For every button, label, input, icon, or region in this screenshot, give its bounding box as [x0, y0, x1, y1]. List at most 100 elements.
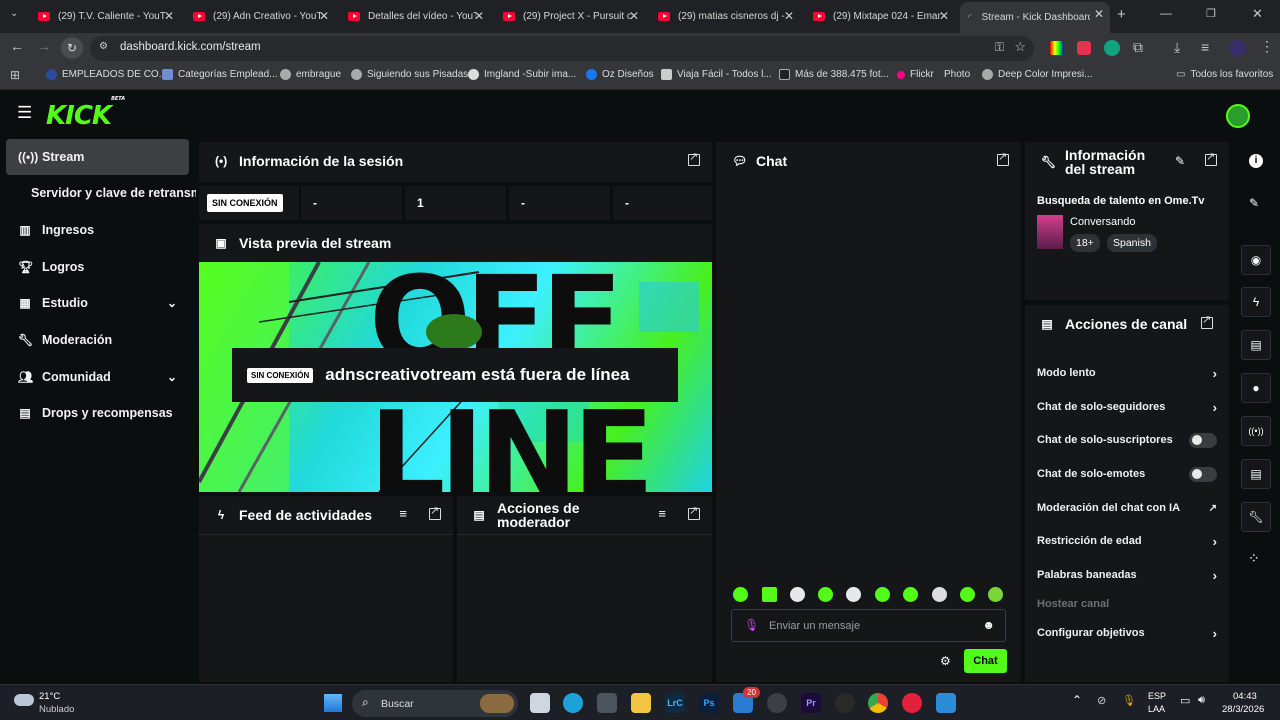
bookmark-item[interactable]: Imgland -Subir ima...: [468, 69, 576, 80]
emote-icon[interactable]: [932, 587, 947, 602]
forward-icon[interactable]: →: [37, 38, 51, 54]
profile-avatar[interactable]: [1229, 40, 1246, 57]
browser-tab[interactable]: (29) matias cisneros dj - ✕: [650, 4, 800, 29]
bookmark-item[interactable]: embrague: [280, 69, 341, 80]
video-app-icon[interactable]: [936, 693, 956, 713]
display-icon[interactable]: ▭: [1180, 694, 1190, 707]
expand-icon[interactable]: [688, 504, 700, 520]
site-info-icon[interactable]: ⚙: [99, 41, 108, 52]
bookmark-item[interactable]: Flickr: [897, 69, 934, 80]
reload-icon[interactable]: ↻: [61, 37, 83, 59]
sidebar-item-moderacion[interactable]: 🔧︎ Moderación: [6, 322, 189, 358]
bookmark-item[interactable]: Oz Diseños: [586, 69, 654, 80]
extension-color-icon[interactable]: [1050, 41, 1064, 55]
bookmark-item[interactable]: Deep Color Impresi...: [982, 69, 1092, 80]
kick-logo[interactable]: KICKBETA: [46, 96, 125, 131]
obs-icon[interactable]: [835, 693, 855, 713]
close-tab-icon[interactable]: ✕: [474, 9, 484, 23]
info-icon[interactable]: i: [1249, 154, 1263, 168]
bookmark-item[interactable]: EMPLEADOS DE CO...: [46, 69, 167, 80]
close-tab-icon[interactable]: ✕: [1094, 7, 1104, 21]
expand-icon[interactable]: [1205, 150, 1217, 166]
extensions-icon[interactable]: ⧉: [1133, 39, 1143, 56]
emote-icon[interactable]: [960, 587, 975, 602]
clock-time[interactable]: 04:43: [1233, 691, 1257, 702]
chevron-down-icon[interactable]: ⌄: [167, 370, 177, 384]
bookmark-item[interactable]: Categorías Emplead...: [162, 69, 278, 80]
action-age-restriction[interactable]: Restricción de edad ›: [1037, 531, 1217, 551]
premiere-icon[interactable]: Pr: [801, 693, 821, 713]
filter-icon[interactable]: ≡: [658, 506, 666, 521]
action-goals[interactable]: Configurar objetivos ›: [1037, 623, 1217, 643]
bookmark-item[interactable]: Siguiendo sus Pisadas: [351, 69, 468, 80]
action-subscribers-only[interactable]: Chat de solo-suscriptores: [1037, 430, 1217, 450]
expand-icon[interactable]: [997, 150, 1009, 166]
back-icon[interactable]: ←: [10, 38, 24, 54]
action-banned-words[interactable]: Palabras baneadas ›: [1037, 565, 1217, 585]
clock-date[interactable]: 28/3/2026: [1222, 704, 1264, 715]
microphone-icon[interactable]: 🎙︎: [1122, 694, 1136, 707]
lightning-icon[interactable]: ϟ: [1241, 287, 1271, 317]
new-tab-icon[interactable]: +: [1117, 6, 1126, 23]
close-tab-icon[interactable]: ✕: [939, 9, 949, 23]
expand-icon[interactable]: [429, 504, 441, 520]
bookmark-item[interactable]: Viaja Fácil - Todos l...: [661, 69, 772, 80]
extension-gpt-icon[interactable]: [1104, 40, 1120, 56]
browser-tab[interactable]: (29) T.V. Caliente - YouTube✕: [30, 4, 180, 29]
user-avatar[interactable]: [1226, 104, 1250, 128]
emote-icon[interactable]: [733, 587, 748, 602]
toggle-switch[interactable]: [1189, 432, 1217, 448]
omnibox[interactable]: ⚙ dashboard.kick.com/stream ⚿ ☆: [90, 36, 1034, 61]
chat-bubble-icon[interactable]: ●: [1241, 373, 1271, 403]
chrome-icon[interactable]: [868, 693, 888, 713]
chat-settings-icon[interactable]: ⚙: [940, 654, 951, 668]
microphone-icon[interactable]: 🎙︎: [744, 618, 759, 632]
windows-start-icon[interactable]: [324, 694, 342, 712]
emote-icon[interactable]: [790, 587, 805, 602]
expand-icon[interactable]: [688, 150, 700, 166]
browser-tab[interactable]: (29) Project X - Pursuit of ✕: [495, 4, 645, 29]
emoji-icon[interactable]: ☻: [982, 618, 995, 632]
toggle-switch[interactable]: [1189, 466, 1217, 482]
music-app-icon[interactable]: [902, 693, 922, 713]
filter-icon[interactable]: ≡: [399, 506, 407, 521]
photoshop-icon[interactable]: Ps: [699, 693, 719, 713]
tab-list-icon[interactable]: ⌄: [10, 8, 18, 19]
close-window-icon[interactable]: ✕: [1252, 6, 1263, 22]
edit-pencil-icon[interactable]: ✎: [1249, 196, 1259, 210]
close-tab-icon[interactable]: ✕: [319, 9, 329, 23]
edit-pencil-icon[interactable]: ✎: [1175, 154, 1185, 168]
close-tab-icon[interactable]: ✕: [784, 9, 794, 23]
all-bookmarks[interactable]: ▭ Todos los favoritos: [1176, 69, 1273, 80]
calculator-icon[interactable]: [597, 693, 617, 713]
weather-cloud-icon[interactable]: [14, 694, 34, 706]
emote-icon[interactable]: [988, 587, 1003, 602]
wrench-icon[interactable]: 🔧︎: [1241, 502, 1271, 532]
network-off-icon[interactable]: ⊘: [1097, 694, 1106, 707]
action-slow-mode[interactable]: Modo lento ›: [1037, 363, 1217, 383]
download-icon[interactable]: ⤓: [1174, 39, 1180, 56]
volume-icon[interactable]: 🔊︎: [1198, 694, 1205, 707]
url-text[interactable]: dashboard.kick.com/stream: [120, 41, 261, 53]
emote-icon[interactable]: [846, 587, 861, 602]
emote-icon[interactable]: [875, 587, 890, 602]
chevron-up-icon[interactable]: ⌃: [1072, 693, 1082, 707]
expand-icon[interactable]: [1201, 313, 1213, 329]
browser-tab-active[interactable]: ◜ Stream - Kick Dashboard ✕: [960, 2, 1110, 33]
file-explorer-icon[interactable]: [631, 693, 651, 713]
sidebar-item-comunidad[interactable]: 👥︎ Comunidad ⌄: [6, 359, 189, 395]
close-tab-icon[interactable]: ✕: [164, 9, 174, 23]
media-icon[interactable]: ≡: [1201, 39, 1209, 55]
emote-icon[interactable]: [903, 587, 918, 602]
action-followers-only[interactable]: Chat de solo-seguidores ›: [1037, 397, 1217, 417]
sidebar-item-estudio[interactable]: ▦ Estudio ⌄: [6, 285, 189, 321]
task-view-icon[interactable]: [530, 693, 550, 713]
sidebar-item-logros[interactable]: 🏆︎ Logros: [6, 249, 189, 285]
lang-code[interactable]: ESP: [1148, 691, 1166, 701]
extension-pocket-icon[interactable]: [1077, 41, 1091, 55]
camera-view-icon[interactable]: ◉: [1241, 245, 1271, 275]
bookmark-item[interactable]: Photo: [944, 69, 970, 80]
bookmark-item[interactable]: Más de 388.475 fot...: [779, 69, 889, 80]
edge-icon[interactable]: [563, 693, 583, 713]
emote-icon[interactable]: [818, 587, 833, 602]
